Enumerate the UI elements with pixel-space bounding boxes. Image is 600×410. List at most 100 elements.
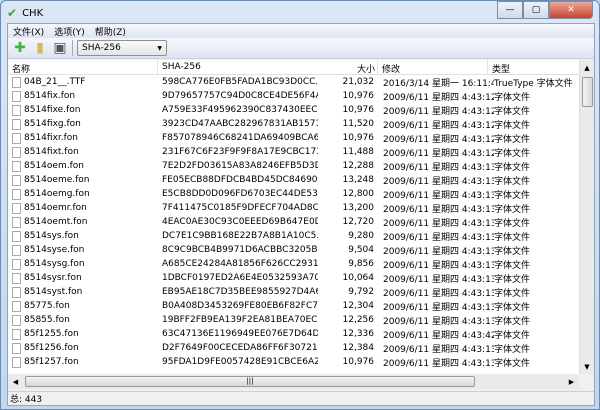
column-header-modified[interactable]: 修改: [378, 60, 488, 75]
table-row[interactable]: 85f1255.fon 63C47136E1196949EE076E7D64DC.…: [8, 327, 594, 341]
table-row[interactable]: 8514oeme.fon FE05ECB88DFDCB4BD45DC84690..…: [8, 173, 594, 187]
scroll-down-icon[interactable]: ▼: [580, 359, 594, 374]
file-icon: [12, 132, 21, 144]
scroll-up-icon[interactable]: ▲: [580, 60, 594, 75]
cell-modified: 2009/6/11 星期四 4:43:12: [383, 148, 494, 159]
cell-type: TrueType 字体文件: [494, 78, 573, 89]
file-name: 8514fixt.fon: [24, 147, 79, 157]
app-check-icon: ✔: [7, 6, 18, 20]
cell-size: 13,248: [342, 175, 375, 185]
add-icon[interactable]: ✚: [12, 40, 28, 56]
cell-size: 13,200: [342, 203, 375, 213]
cell-name: 8514fixe.fon: [8, 104, 158, 116]
cell-type: 字体文件: [494, 344, 531, 355]
table-row[interactable]: 8514oemr.fon 7F411475C0185F9DFECF704AD8C.…: [8, 201, 594, 215]
file-name: 85f1256.fon: [24, 343, 79, 353]
maximize-button[interactable]: ▢: [523, 1, 549, 19]
table-row[interactable]: 8514syst.fon EB95AE18C7D35BEE9855927D4A6.…: [8, 285, 594, 299]
minimize-button[interactable]: —: [497, 1, 523, 19]
cell-size: 9,856: [348, 259, 374, 269]
close-button[interactable]: ✕: [549, 1, 593, 19]
cell-name: 8514sysr.fon: [8, 272, 158, 284]
table-row[interactable]: 8514fixt.fon 231F67C6F23F9F9F8A17E9CBC173…: [8, 145, 594, 159]
table-row[interactable]: 8514sysg.fon A685CE24284A81856F626CC2931.…: [8, 257, 594, 271]
file-name: 8514sys.fon: [24, 231, 79, 241]
cell-sha256: 8C9C9BCB4B9971D6ACBBC3205B...: [162, 245, 318, 255]
table-row[interactable]: 8514oemt.fon 4EAC0AE30C93C0EEED69B647E0D.…: [8, 215, 594, 229]
menu-options[interactable]: 选项(Y): [49, 24, 90, 38]
table-row[interactable]: 8514fixr.fon F857078946C68241DA69409BCA6.…: [8, 131, 594, 145]
cell-sha256: 7E2D2FD03615A83A8246EFB5D3D...: [162, 161, 318, 171]
cell-type: 字体文件: [494, 330, 531, 341]
cell-name: 85f1256.fon: [8, 342, 158, 354]
column-header-sha256[interactable]: SHA-256: [158, 60, 378, 74]
cell-modified: 2009/6/11 星期四 4:43:13: [383, 288, 494, 299]
cell-size: 10,976: [342, 357, 375, 367]
table-row[interactable]: 85855.fon 19BFF2FB9EA139F2EA81BEA70EC... 1…: [8, 313, 594, 327]
cell-size: 12,256: [342, 315, 375, 325]
cell-size: 12,288: [342, 161, 375, 171]
column-header-size[interactable]: 大小: [357, 62, 375, 75]
cell-type: 字体文件: [494, 148, 531, 159]
save-icon[interactable]: ▣: [52, 40, 68, 56]
cell-size: 10,976: [342, 105, 375, 115]
cell-modified: 2009/6/11 星期四 4:43:13: [383, 204, 494, 215]
table-row[interactable]: 8514sys.fon DC7E1C9BB168E22B7A8B1A10C5...…: [8, 229, 594, 243]
cell-sha256: E5CB8DD0D096FD6703EC44DE539...: [162, 189, 318, 199]
cell-type: 字体文件: [494, 176, 531, 187]
menu-file[interactable]: 文件(X): [8, 24, 49, 38]
cell-size: 12,384: [342, 343, 375, 353]
cell-type: 字体文件: [494, 120, 531, 131]
cell-size: 11,488: [342, 147, 375, 157]
cell-name: 8514sysg.fon: [8, 258, 158, 270]
vertical-scrollbar[interactable]: ▲ ▼: [579, 60, 594, 374]
table-row[interactable]: 85775.fon B0A408D3453269FE80EB6F82FC70...…: [8, 299, 594, 313]
cell-name: 85f1257.fon: [8, 356, 158, 368]
column-header-name[interactable]: 名称: [8, 60, 158, 75]
table-row[interactable]: 8514syse.fon 8C9C9BCB4B9971D6ACBBC3205B..…: [8, 243, 594, 257]
algorithm-select[interactable]: SHA-256 ▼: [77, 40, 167, 56]
window-title: CHK: [22, 7, 44, 19]
cell-size: 10,976: [342, 133, 375, 143]
cell-type: 字体文件: [494, 274, 531, 285]
table-row[interactable]: 85f1257.fon 95FDA1D9FE0057428E91CBCE6A2..…: [8, 355, 594, 369]
cell-name: 85775.fon: [8, 300, 158, 312]
file-icon: [12, 202, 21, 214]
cell-name: 8514fix.fon: [8, 90, 158, 102]
title-bar: ✔ CHK: [7, 4, 43, 22]
table-row[interactable]: 8514fixg.fon 3923CD47AABC282967831AB1571.…: [8, 117, 594, 131]
file-name: 8514oemg.fon: [24, 189, 90, 199]
file-icon: [12, 174, 21, 186]
horizontal-scrollbar[interactable]: ◀ ||| ▶: [8, 374, 579, 389]
vertical-scroll-thumb[interactable]: [582, 77, 593, 107]
scroll-right-icon[interactable]: ▶: [564, 374, 579, 389]
menu-help[interactable]: 帮助(Z): [90, 24, 131, 38]
table-row[interactable]: 8514fix.fon 9D79657757C94D0C8CE4DE56F4A..…: [8, 89, 594, 103]
status-bar: 总: 443: [8, 391, 594, 405]
file-name: 8514oeme.fon: [24, 175, 90, 185]
cell-size: 21,032: [342, 77, 375, 87]
table-row[interactable]: 8514sysr.fon 1DBCF0197ED2A6E4E0532593A70.…: [8, 271, 594, 285]
open-book-icon[interactable]: ▮: [32, 40, 48, 56]
cell-type: 字体文件: [494, 288, 531, 299]
file-name: 8514sysg.fon: [24, 259, 85, 269]
cell-modified: 2009/6/11 星期四 4:43:13: [383, 232, 494, 243]
scroll-left-icon[interactable]: ◀: [8, 374, 23, 389]
file-name: 8514syse.fon: [24, 245, 85, 255]
cell-sha256: B0A408D3453269FE80EB6F82FC70...: [162, 301, 318, 311]
cell-size: 9,280: [348, 231, 374, 241]
file-name: 8514fix.fon: [24, 91, 76, 101]
table-row[interactable]: 85f1256.fon D2F7649F00CECEDA86FF6F30721..…: [8, 341, 594, 355]
table-row[interactable]: 8514oemg.fon E5CB8DD0D096FD6703EC44DE539.…: [8, 187, 594, 201]
file-name: 85f1255.fon: [24, 329, 79, 339]
file-name: 8514oemt.fon: [24, 217, 88, 227]
table-row[interactable]: 8514fixe.fon A759E33F495962390C837430EECF…: [8, 103, 594, 117]
algorithm-value: SHA-256: [82, 43, 121, 53]
table-row[interactable]: 04B_21__.TTF 598CA776E0FB5FADA1BC93D0CC..…: [8, 75, 594, 89]
file-icon: [12, 342, 21, 354]
column-header-type[interactable]: 类型: [488, 60, 514, 75]
file-name: 04B_21__.TTF: [24, 77, 86, 87]
cell-modified: 2009/6/11 星期四 4:43:13: [383, 344, 494, 355]
horizontal-scroll-thumb[interactable]: |||: [25, 376, 475, 387]
table-row[interactable]: 8514oem.fon 7E2D2FD03615A83A8246EFB5D3D..…: [8, 159, 594, 173]
